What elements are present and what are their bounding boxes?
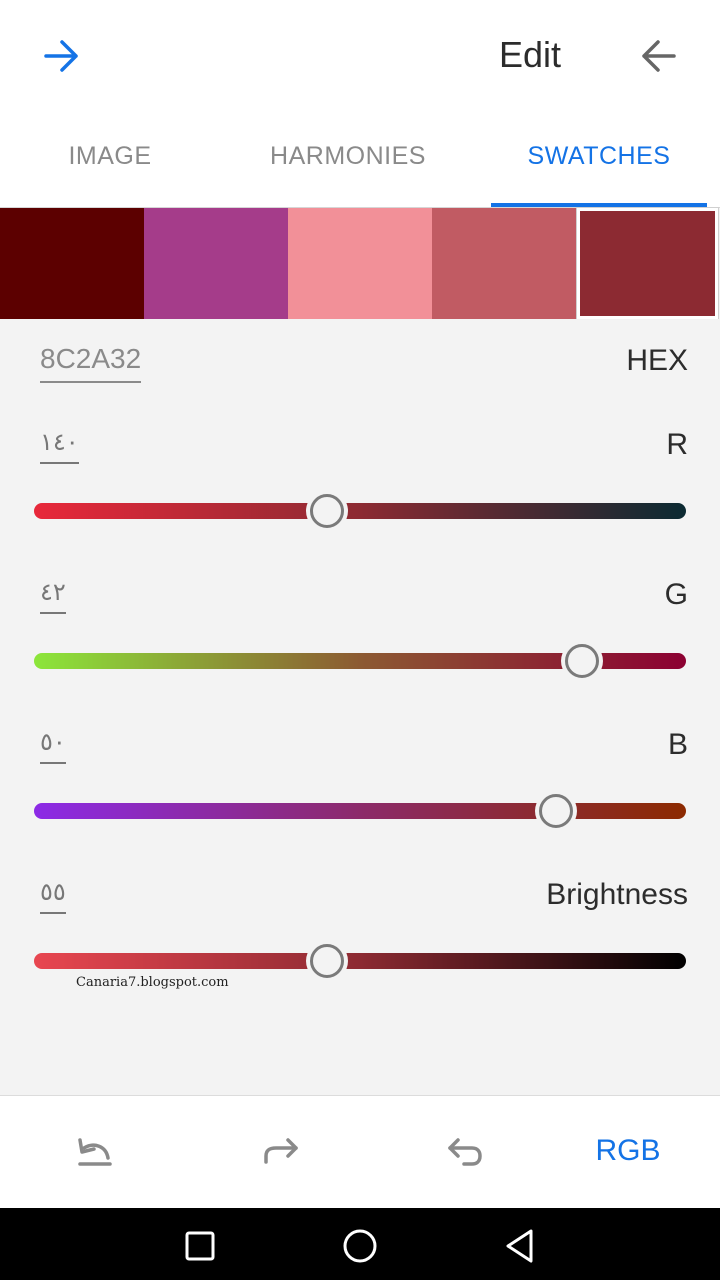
brightness-value-input[interactable]: ٥٥ <box>40 878 66 914</box>
g-value-input[interactable]: ٤٢ <box>40 578 66 614</box>
r-value-input[interactable]: ١٤٠ <box>40 428 79 464</box>
redo-icon[interactable] <box>252 1128 308 1176</box>
b-value-input[interactable]: ٥٠ <box>40 728 66 764</box>
tab-bar: IMAGE HARMONIES SWATCHES <box>0 118 720 208</box>
swatch-5-selected[interactable] <box>577 208 718 319</box>
app-header: Edit <box>0 0 720 118</box>
bottom-toolbar: RGB <box>0 1095 720 1208</box>
circle-icon[interactable] <box>340 1226 380 1266</box>
square-icon[interactable] <box>180 1226 220 1266</box>
g-label: G <box>664 578 688 611</box>
hex-label: HEX <box>626 344 688 377</box>
tab-harmonies[interactable]: HARMONIES <box>248 142 448 182</box>
r-slider-track[interactable] <box>34 503 686 519</box>
hex-input[interactable]: 8C2A32 <box>40 343 142 383</box>
r-label: R <box>666 428 688 461</box>
arrow-left-icon[interactable] <box>628 28 688 84</box>
swatch-strip <box>0 208 720 319</box>
b-slider-thumb[interactable] <box>538 794 573 828</box>
undo-icon[interactable] <box>66 1128 122 1176</box>
page-title: Edit <box>498 34 562 75</box>
b-slider-track[interactable] <box>34 803 686 819</box>
system-nav-bar <box>0 1208 720 1280</box>
tab-swatches[interactable]: SWATCHES <box>491 142 707 182</box>
brightness-label: Brightness <box>546 878 688 911</box>
swatch-2[interactable] <box>144 208 288 319</box>
brightness-slider-track[interactable] <box>34 953 686 969</box>
swatch-4[interactable] <box>432 208 576 319</box>
triangle-back-icon[interactable] <box>500 1226 540 1266</box>
swatch-1[interactable] <box>0 208 144 319</box>
color-mode-button[interactable]: RGB <box>590 1134 666 1168</box>
revert-icon[interactable] <box>436 1128 492 1176</box>
tab-image[interactable]: IMAGE <box>20 142 200 182</box>
g-slider-thumb[interactable] <box>564 644 599 678</box>
swatch-3[interactable] <box>288 208 432 319</box>
arrow-right-icon[interactable] <box>32 28 92 84</box>
b-label: B <box>667 728 688 761</box>
watermark-text: Canaria7.blogspot.com <box>76 975 229 990</box>
